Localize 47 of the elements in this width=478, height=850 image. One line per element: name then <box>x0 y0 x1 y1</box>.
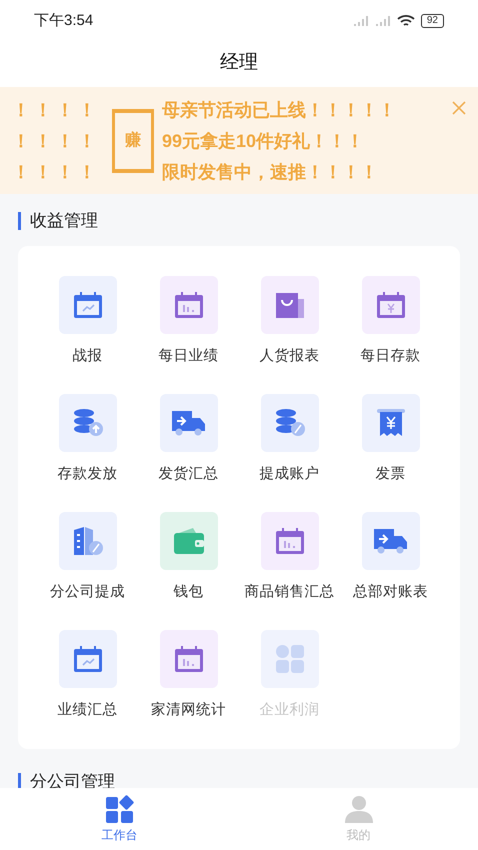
building-icon <box>72 526 104 556</box>
wifi-icon <box>396 14 415 28</box>
menu-item[interactable]: 业绩汇总 <box>37 630 138 745</box>
menu-item[interactable]: 总部对账表 <box>340 512 441 627</box>
page-title: 经理 <box>220 50 258 75</box>
person-icon <box>344 794 372 822</box>
coins-icon <box>274 408 306 438</box>
banner-text: 99元拿走10件好礼！！！ <box>162 130 366 152</box>
wallet-icon <box>172 527 204 555</box>
menu-item[interactable]: 钱包 <box>138 512 239 627</box>
menu-item[interactable]: 发票 <box>340 394 441 509</box>
signal-icon <box>374 15 391 27</box>
calendar-icon <box>174 645 204 673</box>
grid-icon <box>274 644 304 674</box>
calendar-icon <box>274 527 304 555</box>
calendar-icon <box>174 291 204 319</box>
menu-item[interactable]: 存款发放 <box>37 394 138 509</box>
section-title: 收益管理 <box>30 210 98 232</box>
coins-icon <box>72 408 104 438</box>
status-time: 下午3:54 <box>34 10 94 31</box>
banner-marks: ！！！！ <box>12 130 100 152</box>
menu-item[interactable]: 家清网统计 <box>138 630 239 745</box>
menu-item[interactable]: 人货报表 <box>239 276 340 391</box>
truck-icon <box>170 409 206 437</box>
calendar-icon <box>72 645 102 673</box>
earn-badge: 赚 <box>112 108 154 172</box>
banner-marks: ！！！！ <box>12 98 100 122</box>
signal-icon <box>352 15 369 27</box>
menu-item[interactable]: 商品销售汇总 <box>239 512 340 627</box>
menu-item[interactable]: 分公司提成 <box>37 512 138 627</box>
menu-item[interactable]: 每日业绩 <box>138 276 239 391</box>
close-icon[interactable] <box>452 101 466 115</box>
calendar-icon <box>376 291 406 319</box>
tab-button[interactable]: 工作台 <box>0 788 239 850</box>
banner-text: 限时发售中，速推！！！！ <box>162 160 379 184</box>
calendar-icon <box>72 291 102 319</box>
receipt-icon <box>376 408 406 438</box>
banner-marks: ！！！！ <box>12 160 100 184</box>
battery-indicator: 92 <box>420 14 444 28</box>
bag-icon <box>274 291 306 319</box>
menu-item[interactable]: 战报 <box>37 276 138 391</box>
grid-icon <box>106 794 134 822</box>
banner-text: 母亲节活动已上线！！！！！ <box>162 98 396 122</box>
truck-icon <box>372 527 408 555</box>
menu-item[interactable]: 提成账户 <box>239 394 340 509</box>
menu-item[interactable]: 每日存款 <box>340 276 441 391</box>
menu-item[interactable]: 发货汇总 <box>138 394 239 509</box>
